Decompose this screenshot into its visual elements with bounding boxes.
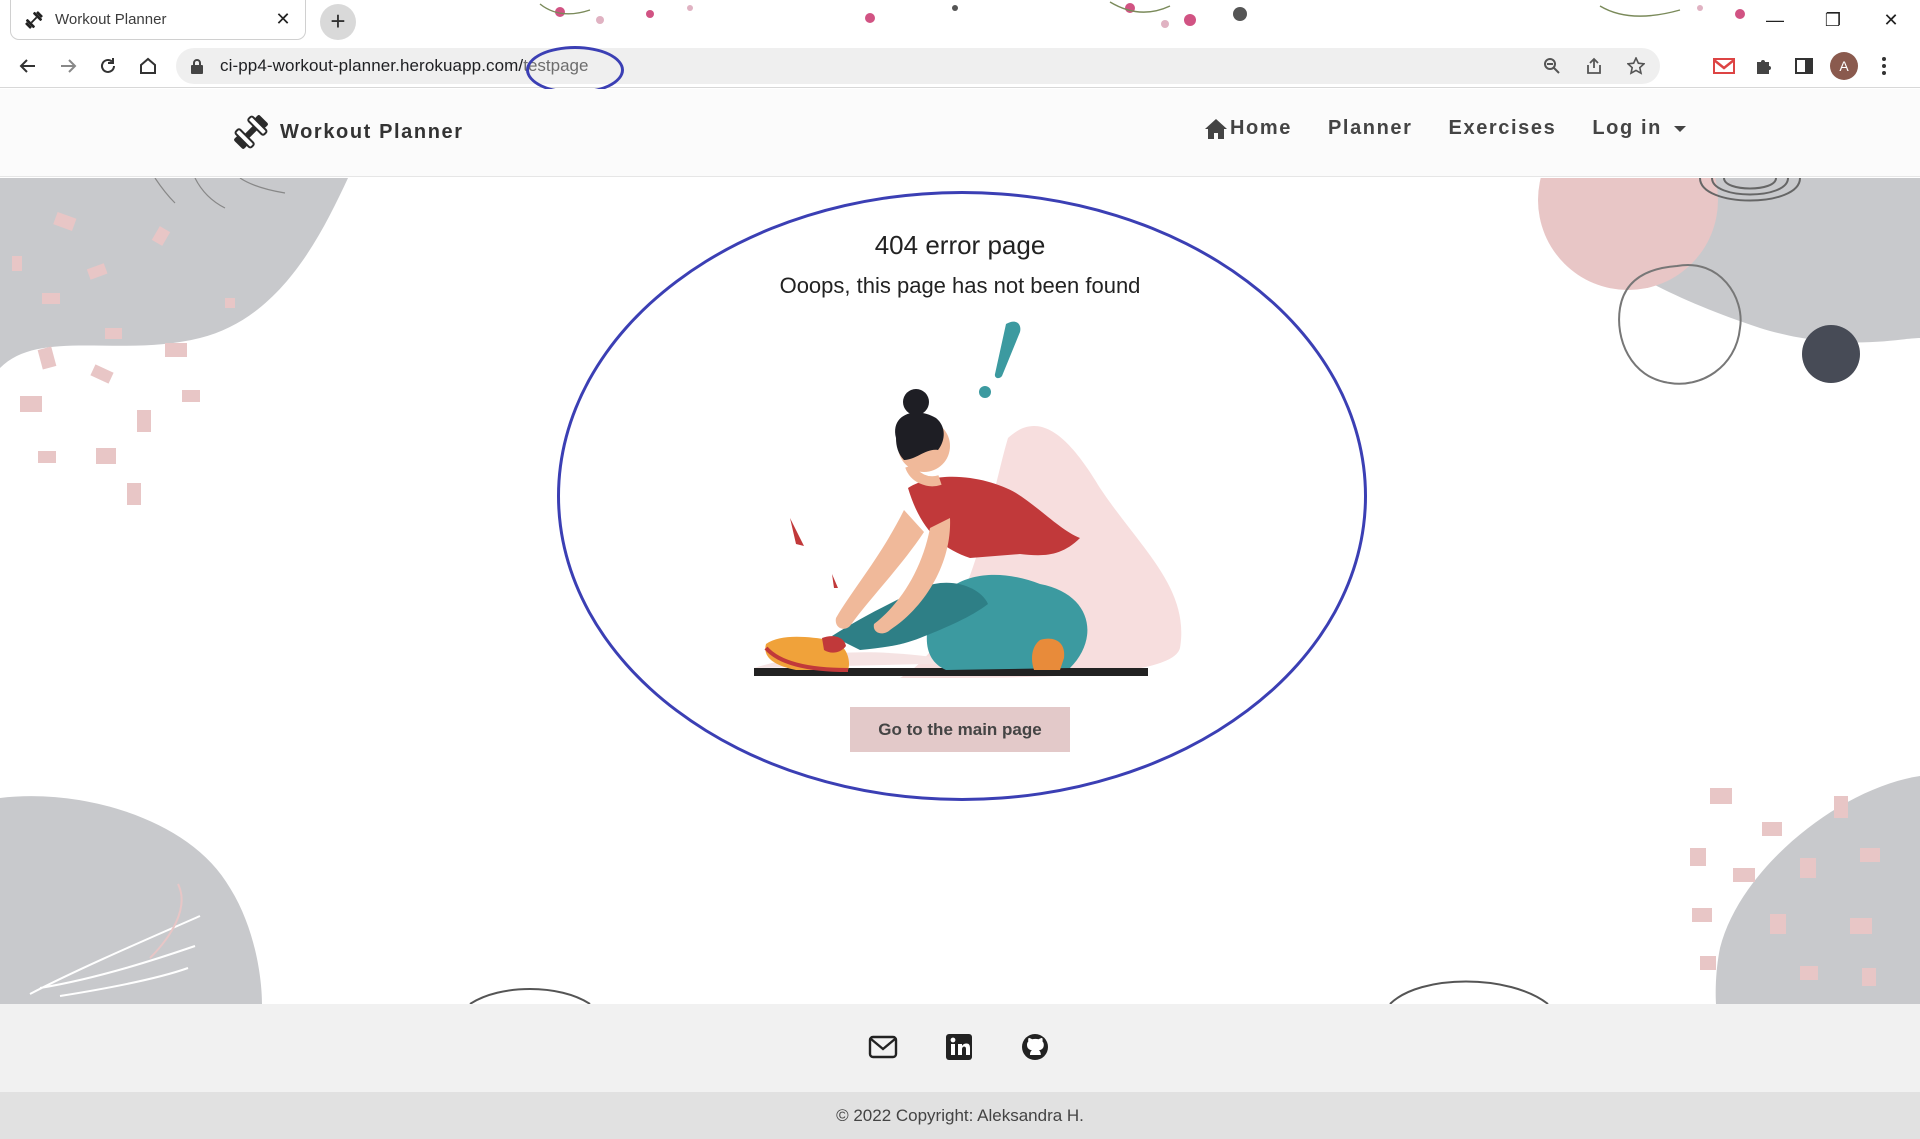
close-window-button[interactable]: ✕ <box>1862 0 1920 40</box>
main-content: 404 error page Ooops, this page has not … <box>0 178 1920 1004</box>
back-button[interactable] <box>12 50 44 82</box>
window-controls: — ❐ ✕ <box>1746 0 1920 40</box>
dumbbell-favicon-icon <box>25 10 43 29</box>
gmail-extension-icon[interactable] <box>1708 50 1740 82</box>
email-icon[interactable] <box>868 1032 898 1062</box>
error-title: 404 error page <box>874 230 1046 260</box>
home-button[interactable] <box>132 50 164 82</box>
nav-planner-link[interactable]: Planner <box>1328 117 1413 140</box>
main-menu: Home Planner Exercises Log in <box>1204 117 1722 140</box>
url-host: ci-pp4-workout-planner.herokuapp.com/ <box>220 56 524 75</box>
home-outline-icon <box>140 57 156 74</box>
lock-icon <box>191 59 203 74</box>
menu-kebab-icon[interactable] <box>1868 50 1900 82</box>
profile-button[interactable]: A <box>1828 50 1860 82</box>
arrow-left-icon <box>19 59 35 73</box>
minimize-button[interactable]: — <box>1746 0 1804 40</box>
dumbbell-logo-icon <box>234 115 268 149</box>
home-icon <box>1205 118 1227 139</box>
injured-runner-illustration <box>754 321 1182 678</box>
bookmark-star-icon[interactable] <box>1622 52 1650 80</box>
go-to-main-page-button[interactable]: Go to the main page <box>850 707 1070 752</box>
new-tab-button[interactable]: + <box>320 4 356 40</box>
nav-home-link[interactable]: Home <box>1204 117 1292 140</box>
extensions-puzzle-icon[interactable] <box>1748 50 1780 82</box>
social-links <box>868 1032 1050 1062</box>
reload-button[interactable] <box>92 50 124 82</box>
share-icon[interactable] <box>1580 52 1608 80</box>
brand-link[interactable]: Workout Planner <box>230 111 464 153</box>
profile-avatar: A <box>1830 52 1858 80</box>
error-subtitle: Ooops, this page has not been found <box>779 273 1141 298</box>
zoom-icon[interactable] <box>1538 52 1566 80</box>
nav-exercises-link[interactable]: Exercises <box>1449 117 1557 140</box>
address-bar[interactable]: ci-pp4-workout-planner.herokuapp.com/tes… <box>176 48 1660 84</box>
tab-close-icon[interactable]: ✕ <box>273 9 293 30</box>
caret-down-icon <box>1673 125 1686 132</box>
copyright-text: © 2022 Copyright: Aleksandra H. <box>0 1092 1920 1139</box>
nav-login-label: Log in <box>1592 117 1662 139</box>
linkedin-icon[interactable] <box>944 1032 974 1062</box>
reload-icon <box>101 58 115 73</box>
github-icon[interactable] <box>1020 1032 1050 1062</box>
arrow-right-icon <box>61 59 77 73</box>
tab-title: Workout Planner <box>55 11 167 28</box>
url-path-annotation-circle <box>526 46 624 94</box>
nav-login-dropdown[interactable]: Log in <box>1592 117 1686 140</box>
restore-button[interactable]: ❐ <box>1804 0 1862 40</box>
site-navbar: Workout Planner Home Planner Exercises L… <box>0 89 1920 177</box>
side-panel-icon[interactable] <box>1788 50 1820 82</box>
browser-toolbar: ci-pp4-workout-planner.herokuapp.com/tes… <box>0 44 1920 88</box>
footer <box>0 1004 1920 1092</box>
forward-button[interactable] <box>52 50 84 82</box>
brand-name: Workout Planner <box>280 120 464 143</box>
browser-tab-bar: Workout Planner ✕ + — ❐ ✕ <box>0 0 1920 44</box>
nav-home-label: Home <box>1230 117 1292 139</box>
browser-tab-active[interactable]: Workout Planner ✕ <box>10 0 306 40</box>
